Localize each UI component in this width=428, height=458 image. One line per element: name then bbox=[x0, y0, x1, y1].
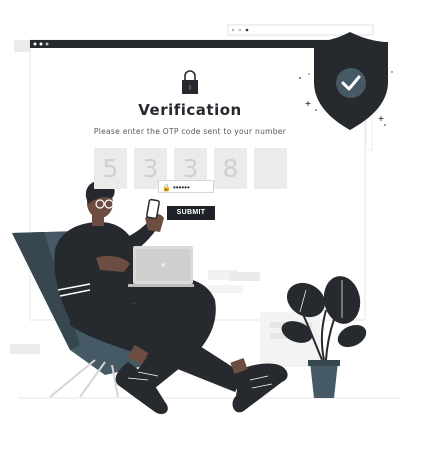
password-dots: •••••• bbox=[172, 183, 190, 192]
otp-digit-5[interactable] bbox=[254, 148, 287, 189]
laptop bbox=[128, 246, 194, 287]
otp-instructions: Please enter the OTP code sent to your n… bbox=[93, 127, 287, 136]
small-lock-icon: 🔒 bbox=[162, 185, 171, 192]
otp-digit-1[interactable]: 5 bbox=[94, 148, 127, 189]
submit-button[interactable]: SUBMIT bbox=[167, 206, 215, 220]
password-field[interactable]: 🔒 •••••• bbox=[158, 180, 214, 193]
otp-digit-4[interactable]: 8 bbox=[214, 148, 247, 189]
scene-illustration bbox=[10, 24, 400, 415]
page-title: Verification bbox=[138, 101, 242, 119]
